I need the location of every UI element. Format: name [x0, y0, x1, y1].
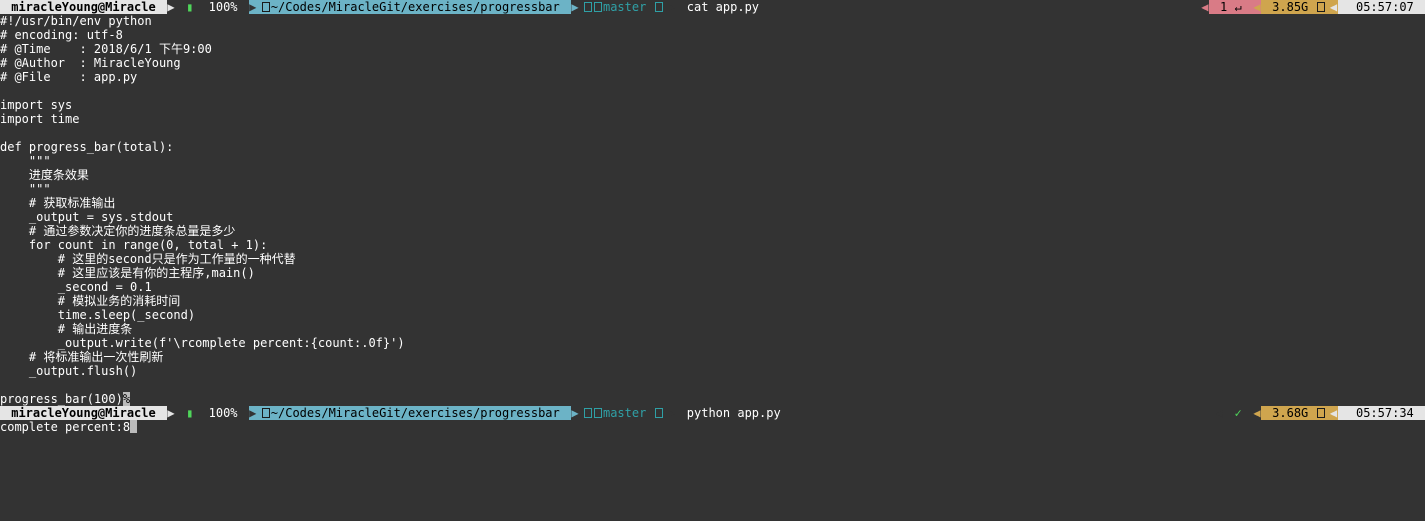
code-line: _output.write(f'\rcomplete percent:{coun… [0, 336, 1425, 350]
time-segment: 05:57:07 [1338, 0, 1425, 14]
check-segment: ✓ [1223, 406, 1253, 420]
cwd-text: ~/Codes/MiracleGit/exercises/progressbar [271, 406, 567, 420]
code-line: # @Author : MiracleYoung [0, 56, 1425, 70]
cwd-text: ~/Codes/MiracleGit/exercises/progressbar [271, 0, 567, 14]
box-icon [1317, 408, 1325, 418]
box-icon [262, 408, 270, 418]
code-line [0, 84, 1425, 98]
chevron-right-icon: ▶ [571, 0, 579, 14]
chevron-left-icon: ◀ [1253, 406, 1261, 420]
chevron-left-icon: ◀ [1330, 406, 1338, 420]
code-line: _output = sys.stdout [0, 210, 1425, 224]
command-text[interactable]: cat app.py [676, 0, 763, 14]
chevron-right-icon: ▶ [249, 406, 257, 420]
memory-text: 3.68G [1265, 406, 1316, 420]
box-icon [594, 2, 602, 12]
code-line: # 通过参数决定你的进度条总量是多少 [0, 224, 1425, 238]
memory-text: 3.85G [1265, 0, 1316, 14]
host-segment: miracleYoung@Miracle [0, 0, 167, 14]
code-line: import sys [0, 98, 1425, 112]
eof-marker: % [123, 392, 130, 406]
code-line: _output.flush() [0, 364, 1425, 378]
box-icon [594, 408, 602, 418]
chevron-right-icon: ▶ [668, 406, 676, 420]
box-icon [262, 2, 270, 12]
code-line: #!/usr/bin/env python [0, 14, 1425, 28]
chevron-left-icon: ◀ [1215, 406, 1223, 420]
code-line: # 这里应该是有你的主程序,main() [0, 266, 1425, 280]
code-line: """ [0, 182, 1425, 196]
git-branch: master [579, 0, 668, 14]
output-text: complete percent:8 [0, 420, 130, 434]
box-icon [655, 2, 663, 12]
code-line: import time [0, 112, 1425, 126]
code-line: # @File : app.py [0, 70, 1425, 84]
exit-code-segment: 1 ↵ [1209, 0, 1253, 14]
code-line: """ [0, 154, 1425, 168]
code-line: # 将标准输出一次性刷新 [0, 350, 1425, 364]
prompt-line-2[interactable]: miracleYoung@Miracle ▶ ▮ 100% ▶ ~/Codes/… [0, 406, 1425, 420]
memory-segment: 3.85G [1261, 0, 1330, 14]
chevron-right-icon: ▶ [167, 406, 175, 420]
cwd-path: ~/Codes/MiracleGit/exercises/progressbar [257, 0, 571, 14]
command-text[interactable]: python app.py [676, 406, 785, 420]
status-right: ◀ 1 ↵ ◀ 3.85G ◀ 05:57:07 [1201, 0, 1425, 14]
code-line: # 输出进度条 [0, 322, 1425, 336]
box-icon [1317, 2, 1325, 12]
code-output: #!/usr/bin/env python# encoding: utf-8# … [0, 14, 1425, 406]
box-icon [584, 408, 592, 418]
code-line: for count in range(0, total + 1): [0, 238, 1425, 252]
chevron-left-icon: ◀ [1330, 0, 1338, 14]
chevron-right-icon: ▶ [167, 0, 175, 14]
program-output: complete percent:8 [0, 420, 1425, 434]
chevron-right-icon: ▶ [571, 406, 579, 420]
code-line: def progress_bar(total): [0, 140, 1425, 154]
chevron-right-icon: ▶ [668, 0, 676, 14]
chevron-left-icon: ◀ [1201, 0, 1209, 14]
code-line [0, 126, 1425, 140]
code-line [0, 378, 1425, 392]
battery-icon: ▮ [175, 0, 197, 14]
memory-segment: 3.68G [1261, 406, 1330, 420]
battery-percent: 100% [197, 406, 248, 420]
status-right: ◀ ✓ ◀ 3.68G ◀ 05:57:34 [1215, 406, 1425, 420]
chevron-right-icon: ▶ [249, 0, 257, 14]
cwd-path: ~/Codes/MiracleGit/exercises/progressbar [257, 406, 571, 420]
git-branch: master [579, 406, 668, 420]
branch-label: master [603, 406, 654, 420]
battery-icon: ▮ [175, 406, 197, 420]
code-line: 进度条效果 [0, 168, 1425, 182]
code-line: # 模拟业务的消耗时间 [0, 294, 1425, 308]
box-icon [655, 408, 663, 418]
branch-label: master [603, 0, 654, 14]
host-segment: miracleYoung@Miracle [0, 406, 167, 420]
battery-percent: 100% [197, 0, 248, 14]
chevron-left-icon: ◀ [1253, 0, 1261, 14]
code-line: _second = 0.1 [0, 280, 1425, 294]
code-line: # 这里的second只是作为工作量的一种代替 [0, 252, 1425, 266]
code-line: progress_bar(100)% [0, 392, 1425, 406]
code-line: time.sleep(_second) [0, 308, 1425, 322]
prompt-line-1[interactable]: miracleYoung@Miracle ▶ ▮ 100% ▶ ~/Codes/… [0, 0, 1425, 14]
cursor-icon [130, 420, 137, 433]
code-line: # 获取标准输出 [0, 196, 1425, 210]
box-icon [584, 2, 592, 12]
code-line: # @Time : 2018/6/1 下午9:00 [0, 42, 1425, 56]
code-line: # encoding: utf-8 [0, 28, 1425, 42]
time-segment: 05:57:34 [1338, 406, 1425, 420]
